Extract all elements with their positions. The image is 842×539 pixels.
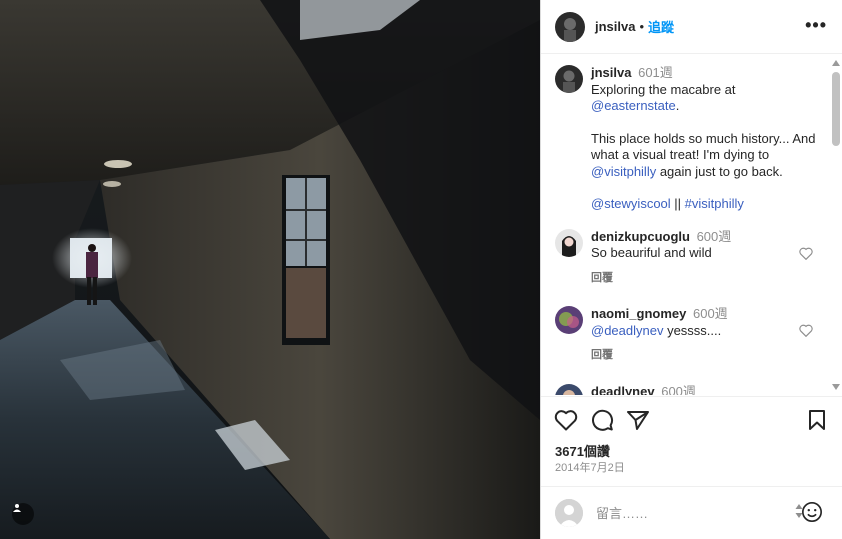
comment-item: denizkupcuoglu 600週 So beauriful and wil… <box>541 228 842 287</box>
reply-button[interactable]: 回覆 <box>591 270 613 287</box>
comments-scrollbar[interactable] <box>831 56 841 394</box>
post-side-panel: jnsilva • 追蹤 ••• jnsilva 601週 Exploring … <box>540 0 842 539</box>
mention-link[interactable]: @visitphilly <box>591 164 656 179</box>
share-icon[interactable] <box>626 409 650 431</box>
heart-icon[interactable] <box>799 247 813 260</box>
follow-button[interactable]: 追蹤 <box>648 17 674 36</box>
caption-separator: || <box>670 196 685 211</box>
comment-text: So beauriful and wild <box>591 245 712 260</box>
comment-text-rest: yessss.... <box>663 322 722 338</box>
header-separator: • <box>639 19 645 34</box>
caption-line-1: Exploring the macabre at @easternstate. <box>591 82 827 115</box>
corridor-photo-art <box>0 0 540 539</box>
heart-icon[interactable] <box>799 324 813 337</box>
caption-line-3: @stewyiscool || #visitphilly <box>591 196 827 213</box>
caption-text-1-end: . <box>675 98 680 113</box>
comment-body: naomi_gnomey 600週 @deadlynev yessss.... … <box>591 306 791 364</box>
user-tag-icon <box>13 504 21 512</box>
comments-list[interactable]: jnsilva 601週 Exploring the macabre at @e… <box>541 55 842 395</box>
comment-username[interactable]: naomi_gnomey <box>591 306 686 321</box>
comment-time: 600週 <box>696 228 732 244</box>
scroll-down-arrow[interactable] <box>832 384 840 390</box>
caption-avatar[interactable] <box>555 65 583 93</box>
post-date: 2014年7月2日 <box>555 462 625 474</box>
comment-icon[interactable] <box>590 409 614 431</box>
comment-avatar[interactable] <box>555 228 583 257</box>
user-tag-button[interactable] <box>12 503 34 525</box>
comment-username[interactable]: deadlynev <box>591 384 655 396</box>
caption-text-2-end: again just to go back. <box>656 163 783 179</box>
caption-time: 601週 <box>638 65 673 80</box>
heart-icon[interactable] <box>554 409 578 431</box>
caption-line-2: This place holds so much history... And … <box>591 131 827 181</box>
author-username[interactable]: jnsilva <box>595 19 635 34</box>
reply-button[interactable]: 回覆 <box>591 347 613 364</box>
caption-text-1: Exploring the macabre at <box>591 81 736 97</box>
post-actions: 3671個讚 2014年7月2日 <box>541 396 842 486</box>
emoji-icon[interactable] <box>801 501 823 523</box>
hashtag-link[interactable]: #visitphilly <box>685 196 744 211</box>
comment-composer <box>541 486 842 539</box>
comment-body: denizkupcuoglu 600週 So beauriful and wil… <box>591 229 791 287</box>
post-header: jnsilva • 追蹤 ••• <box>541 0 842 54</box>
mention-link[interactable]: @deadlynev <box>591 323 663 338</box>
caption-text-2: This place holds so much history... And … <box>591 130 816 163</box>
comment-avatar[interactable] <box>555 306 583 334</box>
comment-text: @deadlynev yessss.... <box>591 323 791 340</box>
like-count[interactable]: 3671個讚 <box>555 441 610 460</box>
comment-input[interactable] <box>596 505 766 521</box>
scroll-thumb[interactable] <box>832 72 840 146</box>
caption-body: jnsilva 601週 Exploring the macabre at @e… <box>591 65 827 213</box>
mention-link[interactable]: @stewyiscool <box>591 196 671 211</box>
comment-item: deadlynev 600週 <box>541 383 842 396</box>
more-options-button[interactable]: ••• <box>805 16 827 34</box>
comment-time: 600週 <box>692 306 728 321</box>
comment-username[interactable]: denizkupcuoglu <box>591 229 690 244</box>
mention-link[interactable]: @easternstate <box>591 98 676 113</box>
caption-username[interactable]: jnsilva <box>591 65 631 80</box>
comment-time: 600週 <box>661 383 696 396</box>
author-avatar[interactable] <box>555 11 585 42</box>
comment-avatar[interactable] <box>555 383 583 395</box>
comment-item: naomi_gnomey 600週 @deadlynev yessss.... … <box>541 306 842 364</box>
scroll-up-arrow[interactable] <box>832 60 840 66</box>
post-photo[interactable] <box>0 0 540 539</box>
comment-body: deadlynev 600週 <box>591 384 791 396</box>
bookmark-icon[interactable] <box>807 409 827 431</box>
current-user-avatar <box>555 499 583 527</box>
post-caption: jnsilva 601週 Exploring the macabre at @e… <box>541 55 842 213</box>
